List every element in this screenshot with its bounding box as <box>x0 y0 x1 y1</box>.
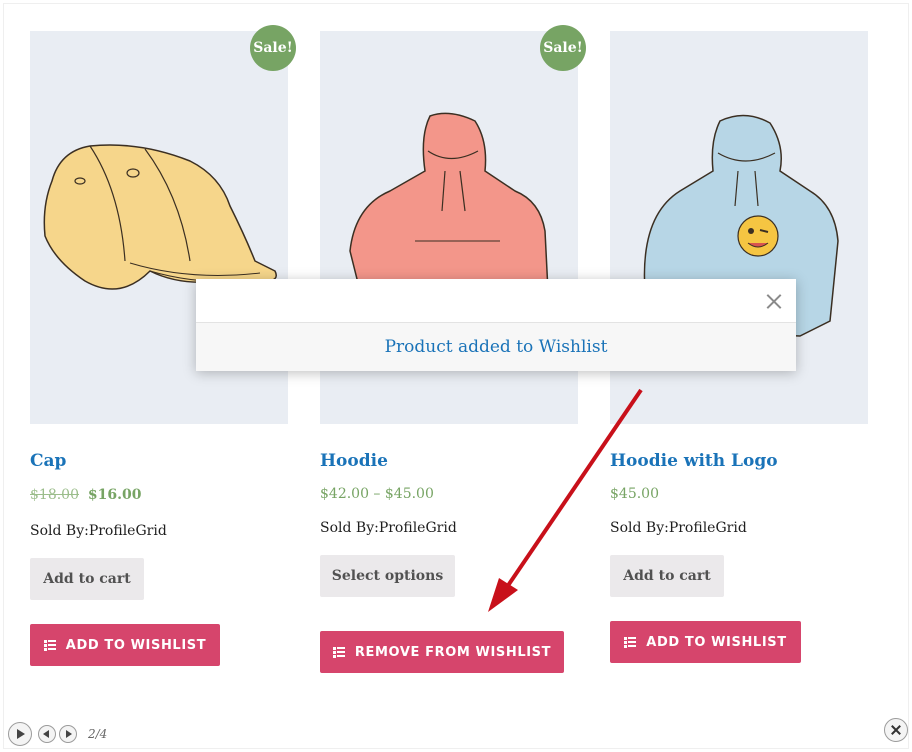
play-button[interactable] <box>8 722 32 746</box>
add-to-cart-button[interactable]: Add to cart <box>610 555 724 597</box>
add-to-wishlist-button[interactable]: ADD TO WISHLIST <box>30 624 220 666</box>
modal-header <box>196 279 796 323</box>
add-to-wishlist-button[interactable]: ADD TO WISHLIST <box>610 621 801 663</box>
close-viewer-icon[interactable] <box>884 718 908 742</box>
modal-message: Product added to Wishlist <box>384 337 608 357</box>
price-old: $18.00 <box>30 487 79 503</box>
product-price: $18.00 $16.00 <box>30 487 141 503</box>
wishlist-notification-modal: Product added to Wishlist <box>196 279 796 371</box>
previous-button[interactable] <box>38 725 56 743</box>
slide-counter: 2/4 <box>88 727 108 741</box>
previous-icon <box>43 730 49 738</box>
product-title[interactable]: Cap <box>30 451 66 471</box>
list-icon <box>43 639 56 651</box>
remove-from-wishlist-button[interactable]: REMOVE FROM WISHLIST <box>320 631 564 673</box>
wishlist-button-label: ADD TO WISHLIST <box>65 637 207 653</box>
sold-by-label: Sold By:ProfileGrid <box>320 520 457 536</box>
add-to-cart-button[interactable]: Add to cart <box>30 558 144 600</box>
sale-badge: Sale! <box>540 25 586 71</box>
wishlist-button-label: REMOVE FROM WISHLIST <box>354 644 552 660</box>
list-icon <box>624 636 637 648</box>
next-button[interactable] <box>59 725 77 743</box>
close-icon[interactable] <box>766 293 782 309</box>
product-price: $45.00 <box>610 486 659 502</box>
product-title[interactable]: Hoodie with Logo <box>610 451 778 471</box>
wishlist-button-label: ADD TO WISHLIST <box>646 634 787 650</box>
price-sale: $16.00 <box>87 487 142 503</box>
list-icon <box>332 646 345 658</box>
product-title[interactable]: Hoodie <box>320 451 388 471</box>
product-price: $42.00 – $45.00 <box>320 486 434 502</box>
sale-badge: Sale! <box>250 25 296 71</box>
next-icon <box>66 730 72 738</box>
sold-by-label: Sold By:ProfileGrid <box>610 520 747 536</box>
select-options-button[interactable]: Select options <box>320 555 455 597</box>
play-icon <box>17 729 25 739</box>
sold-by-label: Sold By:ProfileGrid <box>30 523 167 539</box>
